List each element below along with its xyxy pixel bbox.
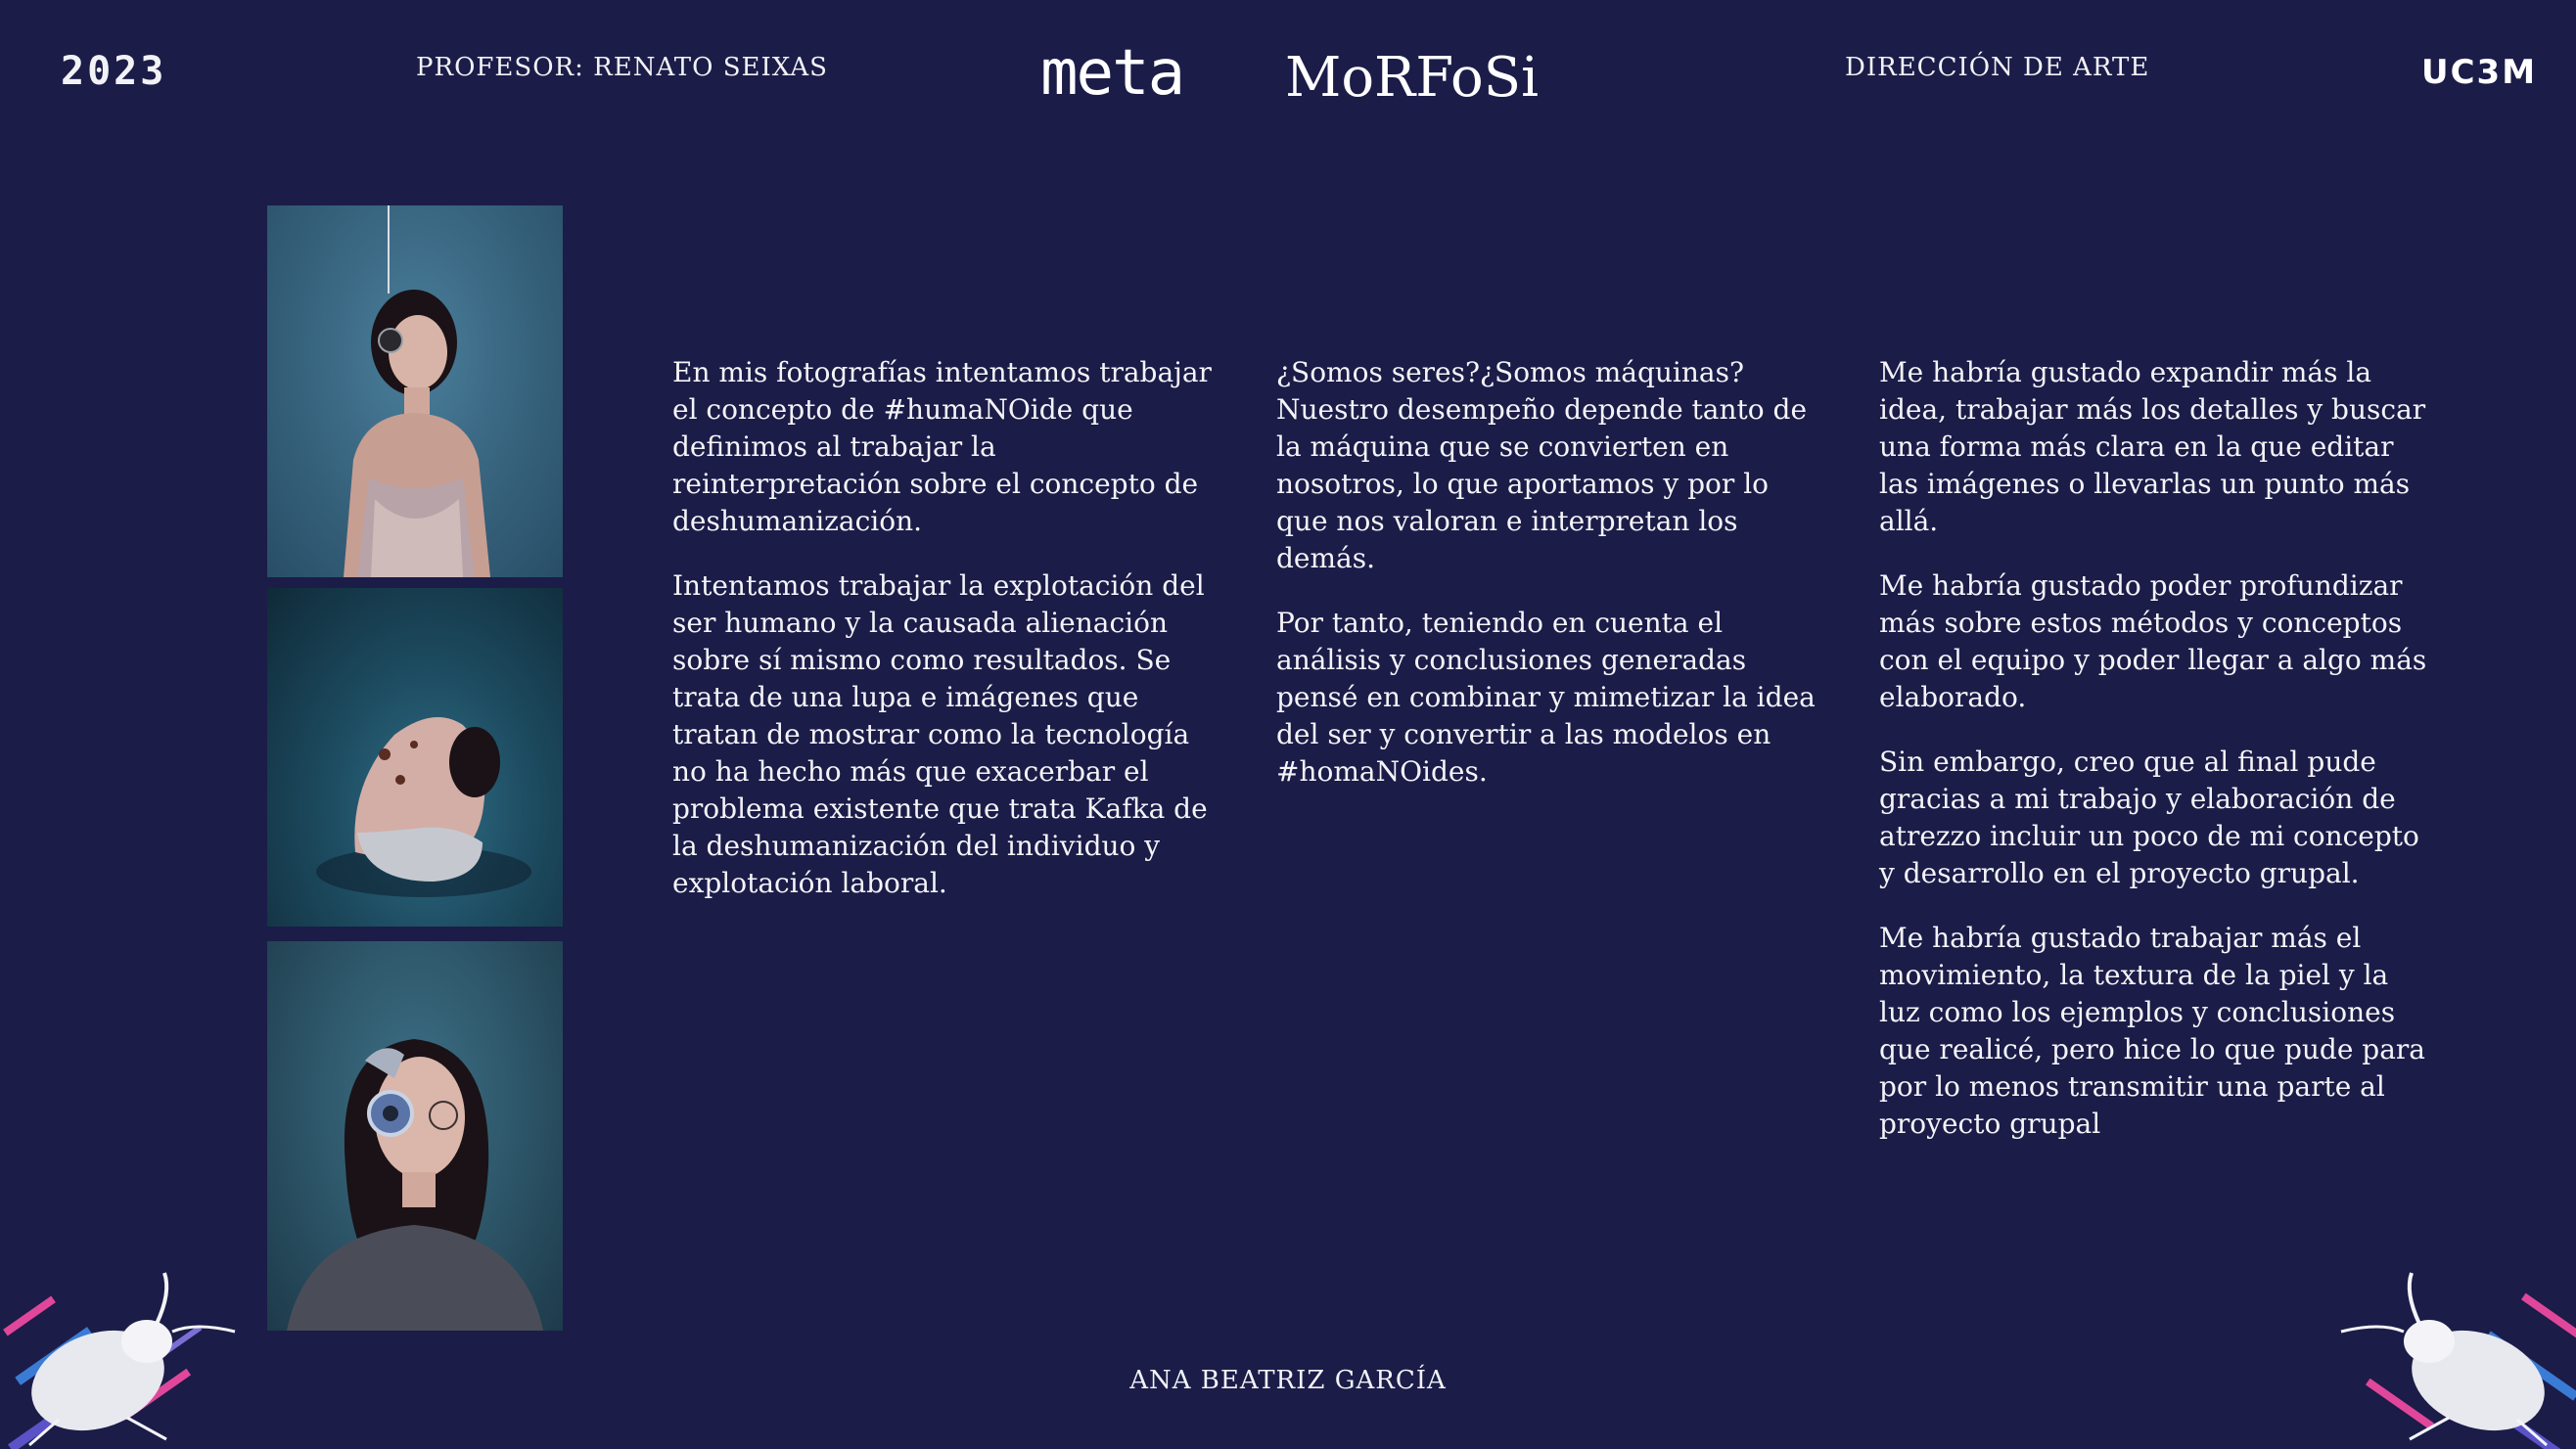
crouched-figure-back-portrait-icon (316, 717, 531, 897)
woman-mechanical-eyepiece-portrait-icon (287, 1039, 543, 1331)
beetle-illustration-icon (2340, 1272, 2576, 1449)
column-3-paragraph-3: Sin embargo, creo que al final pude grac… (1879, 746, 2419, 889)
column-1-paragraph-2: Intentamos trabajar la explotación del s… (672, 569, 1208, 899)
column-2-paragraph-1: ¿Somos seres?¿Somos máquinas? Nuestro de… (1276, 356, 1808, 574)
institution-logo: UC3M (2421, 53, 2538, 92)
photo-portrait-2 (267, 588, 563, 927)
beetle-illustration-icon (3, 1272, 236, 1449)
text-column-3: Me habría gustado expandir más la idea, … (1879, 354, 2427, 1170)
brand-logo-part1: meta (1040, 39, 1183, 108)
year-label: 2023 (61, 49, 167, 94)
column-3-paragraph-2: Me habría gustado poder profundizar más … (1879, 569, 2427, 713)
brand-logo-part2: MoRFoSis (1285, 46, 1540, 108)
text-column-2: ¿Somos seres?¿Somos máquinas? Nuestro de… (1276, 354, 1824, 818)
column-2-paragraph-2: Por tanto, teniendo en cuenta el análisi… (1276, 607, 1816, 788)
photo-portrait-3 (267, 941, 563, 1331)
subject-label: DIRECCIÓN DE ARTE (1845, 53, 2150, 82)
column-1-paragraph-1: En mis fotografías intentamos trabajar e… (672, 356, 1212, 537)
professor-label: PROFESOR: RENATO SEIXAS (416, 53, 828, 82)
photo-portrait-1 (267, 205, 563, 577)
brand-logo: meta MoRFoSis (1040, 39, 1540, 108)
column-3-paragraph-4: Me habría gustado trabajar más el movimi… (1879, 922, 2426, 1140)
woman-metallic-dress-portrait-icon (344, 205, 490, 577)
text-column-1: En mis fotografías intentamos trabajar e… (672, 354, 1220, 929)
column-3-paragraph-1: Me habría gustado expandir más la idea, … (1879, 356, 2426, 537)
author-name: ANA BEATRIZ GARCÍA (1129, 1366, 1447, 1395)
